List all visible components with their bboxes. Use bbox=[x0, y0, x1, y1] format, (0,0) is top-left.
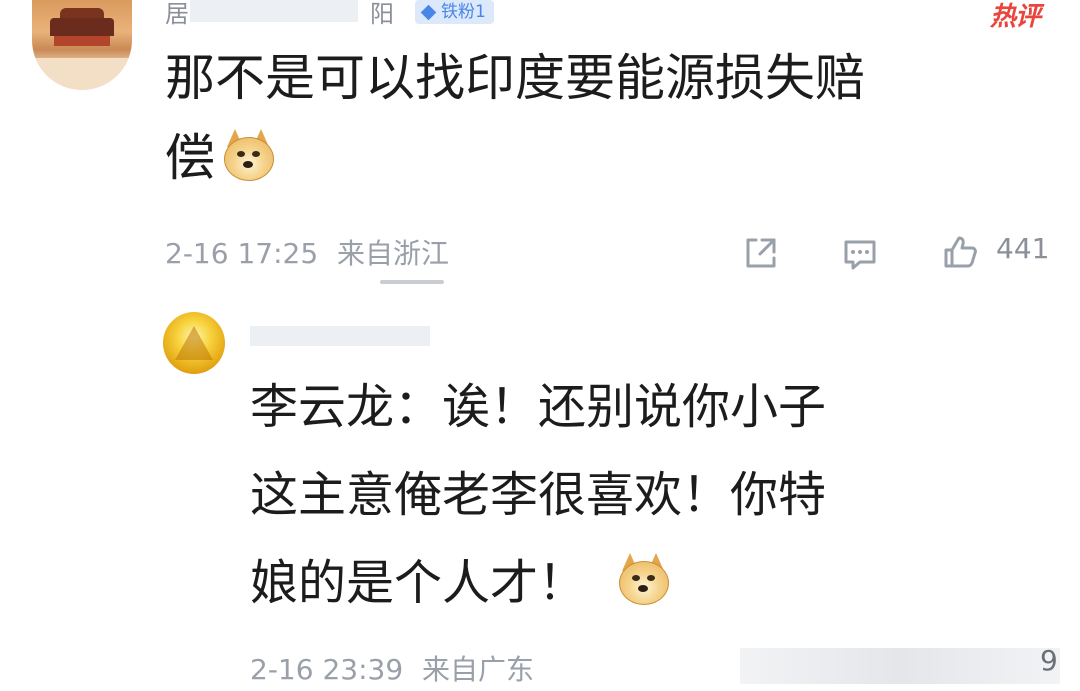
comment-text-line-3: 娘的是个人才！ bbox=[250, 539, 1050, 627]
like-count: 441 bbox=[996, 232, 1050, 265]
comment-text-line-2: 偿 bbox=[165, 118, 1060, 198]
diamond-icon bbox=[420, 4, 437, 20]
username-redaction[interactable] bbox=[250, 326, 430, 346]
fan-badge[interactable]: 铁粉1 bbox=[415, 0, 494, 24]
comment-text: 那不是可以找印度要能源损失赔 偿 bbox=[165, 38, 1060, 198]
doge-icon bbox=[616, 551, 670, 605]
action-row-obscured[interactable] bbox=[740, 648, 1060, 684]
comment-time: 2-16 23:39 bbox=[250, 653, 404, 686]
username-end[interactable]: 阳 bbox=[370, 0, 394, 29]
comment-text: 李云龙：诶！还别说你小子 这主意俺老李很喜欢！你特 娘的是个人才！ bbox=[250, 363, 1050, 627]
comment-time: 2-16 17:25 bbox=[165, 237, 319, 270]
doge-icon bbox=[221, 127, 275, 181]
share-icon[interactable] bbox=[742, 234, 780, 272]
commenter-avatar[interactable] bbox=[32, 0, 132, 90]
comment-location: 来自浙江 bbox=[337, 237, 450, 270]
comment-location: 来自广东 bbox=[422, 653, 535, 686]
username-start[interactable]: 居 bbox=[165, 0, 189, 29]
commenter-avatar[interactable] bbox=[163, 312, 225, 374]
like-count-partial: 9 bbox=[1040, 644, 1058, 677]
comment-meta: 2-16 23:39 来自广东 bbox=[250, 648, 534, 688]
comment-text-line: 那不是可以找印度要能源损失赔 bbox=[165, 49, 865, 107]
thumbs-up-icon[interactable] bbox=[940, 232, 980, 272]
username-redaction bbox=[190, 0, 358, 22]
divider bbox=[380, 280, 444, 284]
comment-text-line: 娘的是个人才！ bbox=[250, 555, 587, 611]
comment-text-line: 这主意俺老李很喜欢！你特 bbox=[250, 467, 827, 523]
comment-meta: 2-16 17:25 来自浙江 bbox=[165, 232, 449, 272]
reply-icon[interactable] bbox=[840, 234, 880, 274]
comment-text-line: 偿 bbox=[165, 129, 215, 187]
fan-badge-label: 铁粉1 bbox=[441, 2, 486, 22]
hot-comment-tag: 热评 bbox=[989, 2, 1041, 32]
comment-text-line: 李云龙：诶！还别说你小子 bbox=[250, 379, 827, 435]
